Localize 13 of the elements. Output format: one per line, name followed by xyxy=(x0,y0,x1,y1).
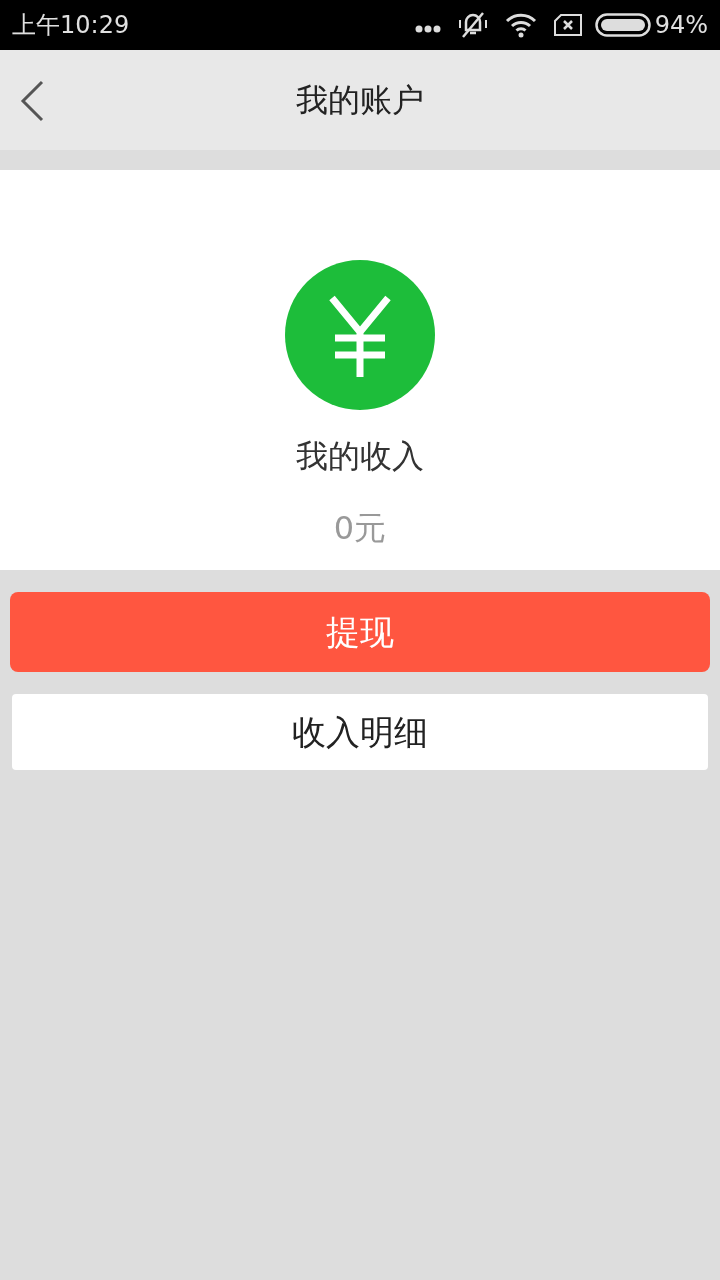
income-amount: 0元 xyxy=(333,508,387,549)
battery-icon xyxy=(594,13,651,37)
income-label: 我的收入 xyxy=(296,436,424,477)
battery-percent: 94% xyxy=(654,10,708,41)
clock: 上午10:29 xyxy=(12,10,130,41)
wifi-icon xyxy=(504,12,537,38)
page-title: 我的账户 xyxy=(296,80,424,121)
more-icon xyxy=(414,25,441,33)
yuan-icon xyxy=(285,260,435,410)
back-icon xyxy=(18,80,46,122)
details-button[interactable]: 收入明细 xyxy=(12,694,708,770)
muted-bell-icon xyxy=(456,10,489,40)
no-sim-icon xyxy=(552,13,583,37)
